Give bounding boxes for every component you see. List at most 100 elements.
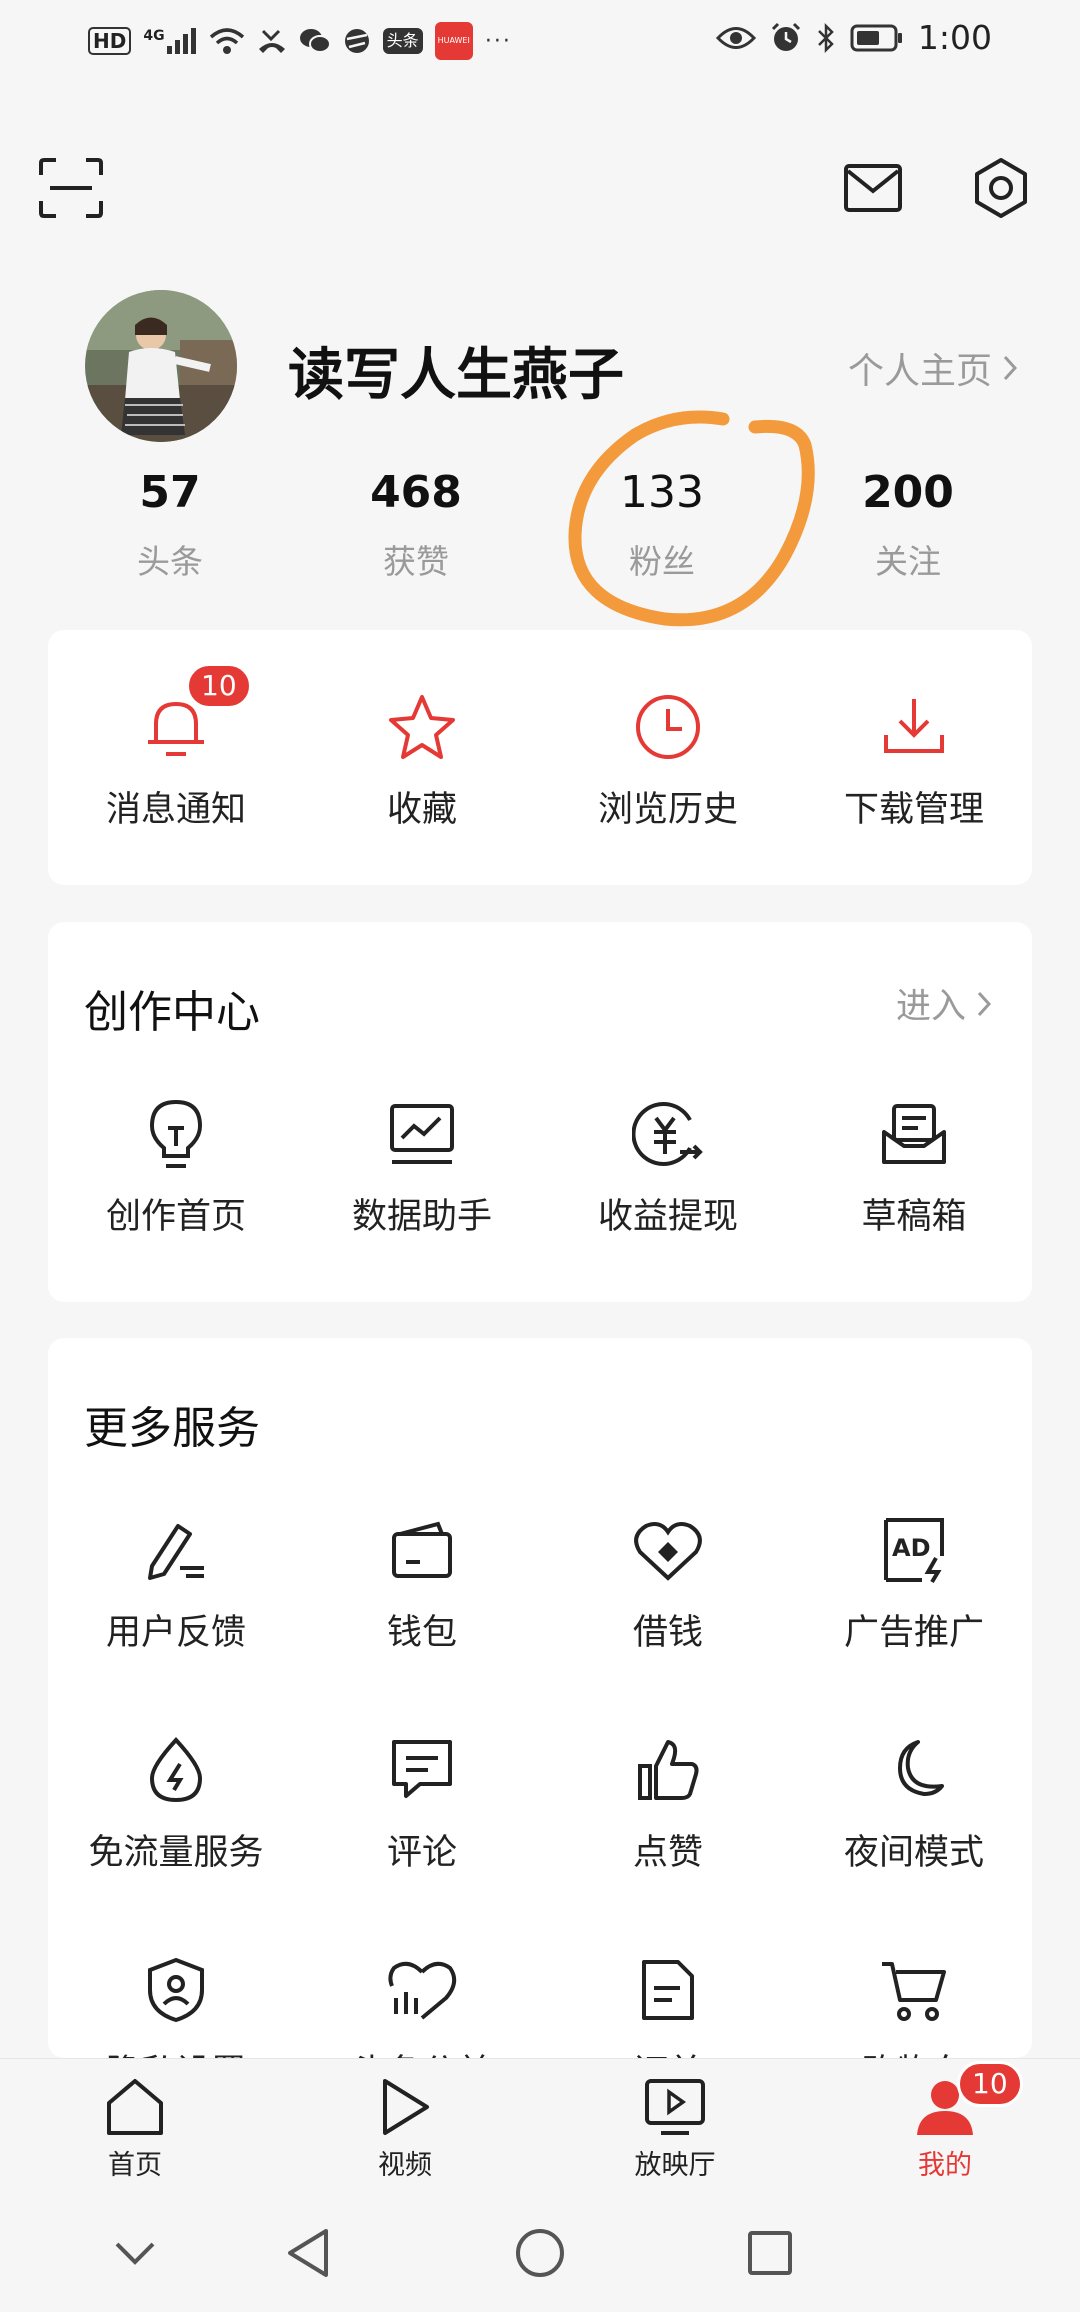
- toutiao-app-icon: 头条: [382, 28, 423, 54]
- annotation-circle: [568, 410, 815, 627]
- network-type: 4G: [143, 28, 165, 44]
- mail-icon[interactable]: [838, 153, 908, 223]
- homepage-link-label: 个人主页: [847, 351, 992, 392]
- stat-toutiao[interactable]: 57 头条: [70, 465, 270, 583]
- quick-action-label: 下载管理: [843, 790, 984, 830]
- nav-home[interactable]: 首页: [35, 2077, 235, 2182]
- status-bar: HD 4G 头条 HUAWEI ··· 1:00: [0, 0, 1080, 80]
- creation-item-drafts[interactable]: 草稿箱: [794, 1094, 1034, 1239]
- avatar[interactable]: [85, 290, 237, 442]
- signal-icon: 4G: [143, 28, 196, 54]
- clock-time: 1:00: [917, 18, 992, 57]
- more-services-title: 更多服务: [84, 1403, 260, 1454]
- creation-item-label: 数据助手: [351, 1197, 492, 1237]
- quick-action-downloads[interactable]: 下载管理: [794, 687, 1034, 832]
- bottom-navigation: 首页 视频 放映厅 10 我的: [0, 2058, 1080, 2194]
- alarm-icon: [770, 22, 802, 54]
- battery-icon: [850, 24, 904, 52]
- more-services-card: 更多服务 用户反馈 钱包 借钱 AD 广告推广 免流量服务 评论 点赞 夜间模式: [48, 1338, 1032, 2058]
- creation-center-card: 创作中心 进入 创作首页 数据助手 收益提现 草稿箱: [48, 922, 1032, 1302]
- system-navigation-bar: [0, 2193, 1080, 2312]
- nav-theater[interactable]: 放映厅: [575, 2077, 775, 2182]
- quick-action-history[interactable]: 浏览历史: [548, 687, 788, 832]
- stat-likes[interactable]: 468 获赞: [316, 465, 516, 583]
- notification-badge: 10: [186, 663, 252, 709]
- quick-action-favorites[interactable]: 收藏: [302, 687, 542, 832]
- service-privacy[interactable]: 隐私设置: [56, 1950, 296, 2058]
- nav-video[interactable]: 视频: [305, 2077, 505, 2182]
- bell-icon: 10: [136, 663, 252, 767]
- status-left-group: HD 4G 头条 HUAWEI ···: [88, 22, 512, 60]
- star-icon: [382, 687, 462, 767]
- service-night-mode[interactable]: 夜间模式: [794, 1730, 1032, 1875]
- chart-monitor-icon: [382, 1094, 462, 1174]
- thumbs-up-icon: [628, 1730, 708, 1810]
- wifi-icon: [209, 27, 245, 55]
- service-cart[interactable]: 购物车: [794, 1950, 1032, 2058]
- comment-icon: [382, 1730, 462, 1810]
- service-label: 头条公益: [302, 2044, 542, 2058]
- username[interactable]: 读写人生燕子: [288, 330, 624, 411]
- service-feedback[interactable]: 用户反馈: [56, 1510, 296, 1655]
- creation-center-title: 创作中心: [84, 987, 260, 1038]
- service-label: 广告推广: [843, 1613, 984, 1653]
- service-label: 免流量服务: [88, 1833, 264, 1873]
- more-notifications-icon: ···: [484, 28, 512, 54]
- service-charity[interactable]: 头条公益: [302, 1950, 542, 2058]
- scan-icon[interactable]: [36, 153, 106, 223]
- service-data-free[interactable]: 免流量服务: [56, 1730, 296, 1875]
- creation-center-enter-link[interactable]: 进入: [896, 978, 992, 1029]
- service-label: 订单: [548, 2044, 788, 2058]
- charity-heart-icon: [382, 1950, 462, 2030]
- play-icon: [305, 2077, 505, 2137]
- service-comments[interactable]: 评论: [302, 1730, 542, 1875]
- stat-following[interactable]: 200 关注: [808, 465, 1008, 583]
- order-doc-icon: [628, 1950, 708, 2030]
- status-right-group: 1:00: [715, 18, 992, 57]
- service-wallet[interactable]: 钱包: [302, 1510, 542, 1655]
- browser-icon: [343, 27, 371, 55]
- gear-icon[interactable]: [966, 153, 1036, 223]
- creation-item-home[interactable]: 创作首页: [56, 1094, 296, 1239]
- stat-value: 468: [370, 467, 462, 518]
- lightbulb-icon: [136, 1094, 216, 1174]
- home-circle-icon[interactable]: [510, 2223, 570, 2283]
- mine-badge: 10: [957, 2061, 1023, 2107]
- creation-item-data[interactable]: 数据助手: [302, 1094, 542, 1239]
- creation-item-label: 草稿箱: [861, 1197, 967, 1237]
- home-icon: [35, 2077, 235, 2137]
- service-likes[interactable]: 点赞: [548, 1730, 788, 1875]
- recents-square-icon[interactable]: [740, 2223, 800, 2283]
- stat-value: 200: [862, 467, 954, 518]
- svg-text:AD: AD: [892, 1534, 931, 1562]
- back-triangle-icon[interactable]: [278, 2223, 338, 2283]
- nav-label: 放映厅: [634, 2150, 716, 2181]
- creation-item-label: 创作首页: [105, 1197, 246, 1237]
- service-orders[interactable]: 订单: [548, 1950, 788, 2058]
- data-free-icon: [136, 1730, 216, 1810]
- creation-item-label: 收益提现: [597, 1197, 738, 1237]
- personal-homepage-link[interactable]: 个人主页: [848, 342, 1018, 394]
- cart-icon: [874, 1950, 954, 2030]
- service-label: 点赞: [632, 1833, 703, 1873]
- service-label: 隐私设置: [56, 2044, 296, 2058]
- pen-feedback-icon: [136, 1510, 216, 1590]
- stat-value: 57: [139, 467, 201, 518]
- service-loan[interactable]: 借钱: [548, 1510, 788, 1655]
- yuan-withdraw-icon: [628, 1094, 708, 1174]
- enter-label: 进入: [895, 987, 966, 1027]
- stat-label: 关注: [875, 542, 941, 581]
- service-label: 用户反馈: [105, 1613, 246, 1653]
- chevron-right-icon: [976, 990, 992, 1018]
- chevron-down-icon[interactable]: [105, 2223, 165, 2283]
- creation-item-earnings[interactable]: 收益提现: [548, 1094, 788, 1239]
- download-icon: [874, 687, 954, 767]
- service-label: 购物车: [794, 2044, 1032, 2058]
- nav-mine[interactable]: 10 我的: [845, 2061, 1045, 2182]
- service-ads[interactable]: AD 广告推广: [794, 1510, 1032, 1655]
- moon-icon: [874, 1730, 954, 1810]
- stat-label: 头条: [137, 542, 203, 581]
- quick-action-notifications[interactable]: 10 消息通知: [56, 663, 296, 832]
- user-icon: 10: [845, 2061, 1045, 2137]
- ad-icon: AD: [874, 1510, 954, 1590]
